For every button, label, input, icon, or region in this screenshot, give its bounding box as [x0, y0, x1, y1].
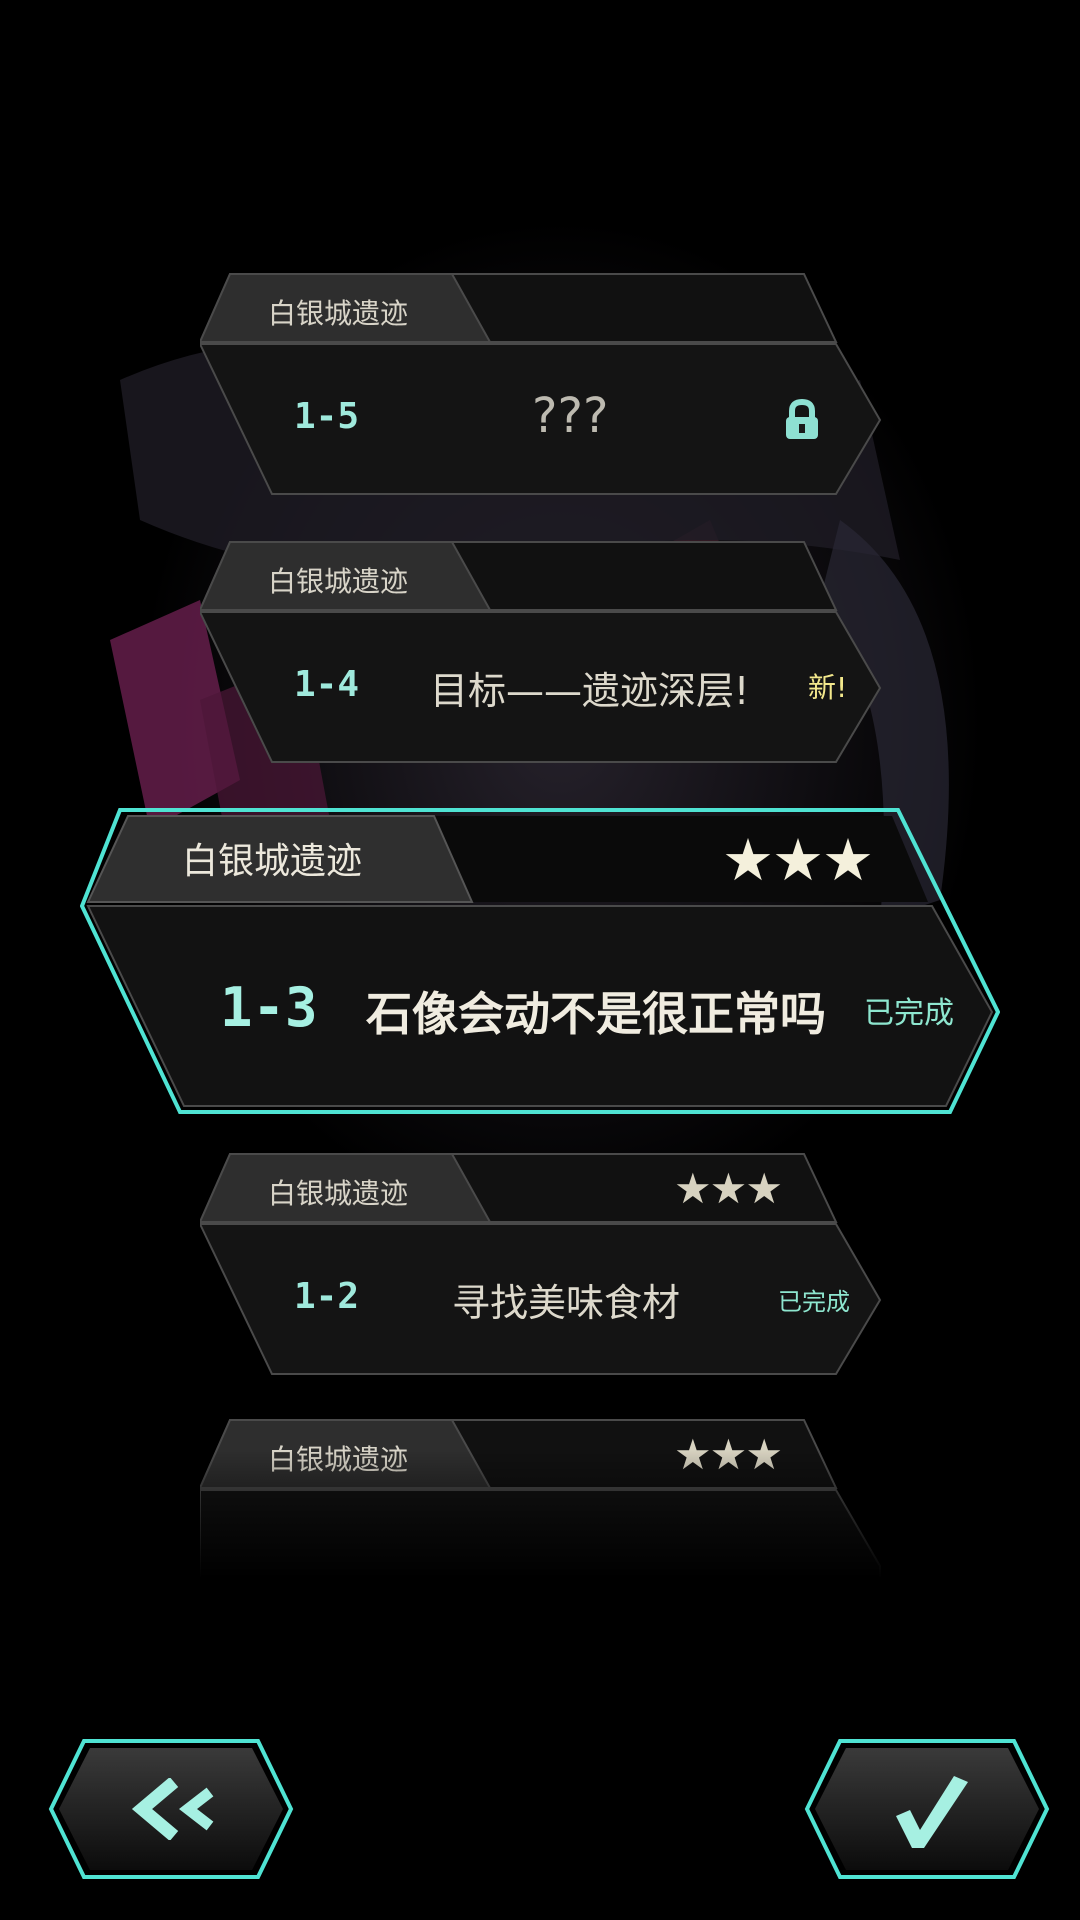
stage-title: 目标——遗迹深层!: [430, 669, 750, 713]
stage-title: 寻找美味食材: [452, 1281, 681, 1325]
confirm-button[interactable]: [804, 1738, 1050, 1880]
stage-card-1-3[interactable]: 白银城遗迹 ★★★ 1-3 石像会动不是很正常吗 已完成: [80, 806, 1000, 1116]
star-rating: ★★★: [674, 1164, 783, 1213]
star-rating: ★★★: [722, 826, 874, 894]
back-button[interactable]: [48, 1738, 294, 1880]
stage-region-label: 白银城遗迹: [182, 841, 363, 882]
stage-code: 1-4: [294, 664, 360, 705]
new-badge: 新!: [808, 671, 848, 704]
stage-code: 1-2: [294, 1276, 360, 1317]
completed-status: 已完成: [778, 1288, 850, 1316]
star-icon: ★: [772, 826, 824, 894]
completed-status: 已完成: [864, 996, 954, 1031]
stage-region-label: 白银城遗迹: [268, 565, 409, 598]
checkmark-icon: [896, 1776, 968, 1848]
list-fade-overlay: [180, 1450, 900, 1610]
star-icon: ★: [822, 826, 874, 894]
star-icon: ★: [674, 1164, 712, 1213]
stage-title: 石像会动不是很正常吗: [366, 987, 826, 1041]
star-icon: ★: [745, 1164, 783, 1213]
stage-card-1-5[interactable]: 白银城遗迹 1-5 ???: [200, 272, 890, 496]
stage-card-1-4[interactable]: 白银城遗迹 1-4 目标——遗迹深层! 新!: [200, 540, 890, 764]
stage-code: 1-5: [294, 396, 360, 437]
stage-title: ???: [532, 388, 609, 444]
star-icon: ★: [709, 1164, 748, 1213]
star-icon: ★: [722, 826, 774, 894]
stage-region-label: 白银城遗迹: [268, 1177, 409, 1210]
stage-card-1-2[interactable]: 白银城遗迹 ★★★ 1-2 寻找美味食材 已完成: [200, 1152, 890, 1376]
stage-region-label: 白银城遗迹: [268, 297, 409, 330]
lock-icon: [786, 398, 818, 439]
double-chevron-left-icon: [131, 1778, 214, 1840]
stage-code: 1-3: [220, 976, 318, 1039]
